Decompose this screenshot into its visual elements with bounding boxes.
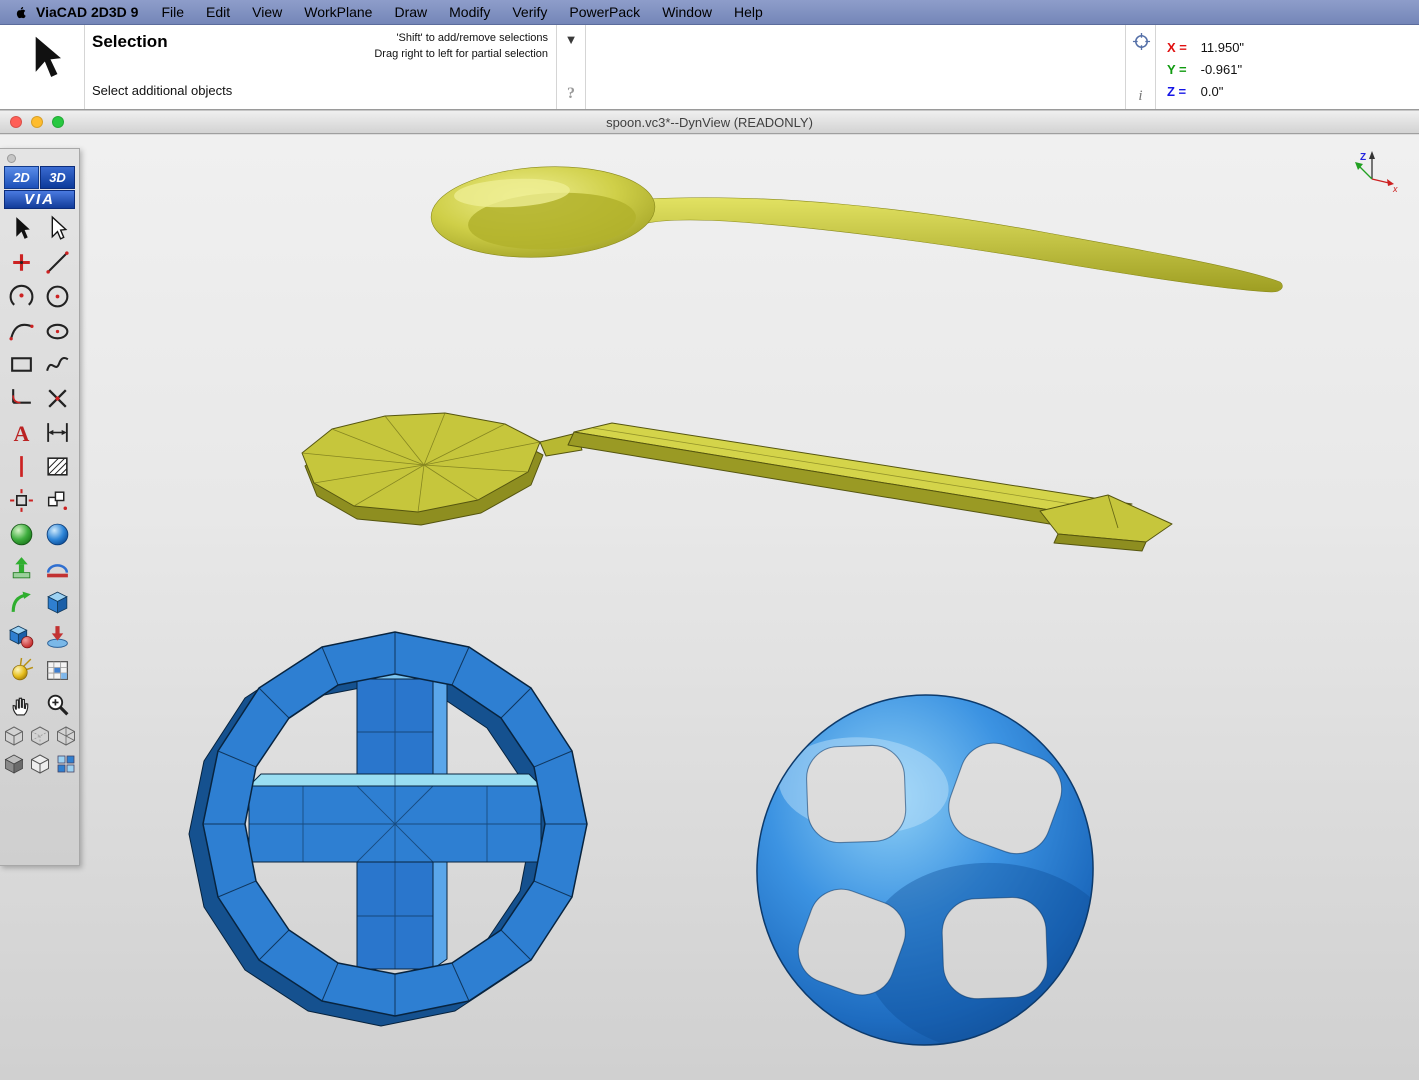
toggle-2d-button[interactable]: 2D: [4, 166, 39, 189]
mesh-grid-tool-icon[interactable]: [41, 654, 75, 687]
curve-tool-icon[interactable]: [5, 314, 39, 347]
rectangle-tool-icon[interactable]: [5, 348, 39, 381]
sphere-tool-icon[interactable]: [5, 518, 39, 551]
apple-menu-icon[interactable]: [8, 4, 32, 21]
tool-status: Select additional objects: [92, 83, 232, 98]
blob-tool-icon[interactable]: [5, 654, 39, 687]
trim-tool-icon[interactable]: [41, 382, 75, 415]
window-controls: [10, 116, 64, 128]
dropdown-arrow-icon[interactable]: ▼: [557, 32, 585, 47]
document-title-bar: spoon.vc3*--DynView (READONLY): [0, 110, 1419, 134]
spline-tool-icon[interactable]: [41, 348, 75, 381]
revolve-tool-icon[interactable]: [41, 552, 75, 585]
copy-tool-icon[interactable]: [41, 484, 75, 517]
help-icon[interactable]: ?: [557, 85, 585, 103]
stamp-tool-icon[interactable]: [41, 620, 75, 653]
coord-x-value: 11.950": [1201, 40, 1244, 55]
menu-help[interactable]: Help: [723, 4, 774, 20]
shaded-view-icon[interactable]: [2, 750, 26, 777]
ellipse-tool-icon[interactable]: [41, 314, 75, 347]
point-tool-icon[interactable]: [5, 246, 39, 279]
dimension-tool-icon[interactable]: [41, 416, 75, 449]
sweep-tool-icon[interactable]: [5, 586, 39, 619]
menu-app-name[interactable]: ViaCAD 2D3D 9: [32, 4, 150, 20]
wireframe-dashed-view-icon[interactable]: [54, 722, 78, 749]
axis-x-label: x: [1392, 184, 1398, 194]
text-tool-icon[interactable]: A: [5, 416, 39, 449]
minimize-window-button[interactable]: [31, 116, 43, 128]
selection-cursor-icon: [24, 31, 68, 89]
wireframe-view-icon[interactable]: [2, 722, 26, 749]
snap-cell: i: [1125, 25, 1156, 109]
viewport-canvas[interactable]: Z x 2D 3D VIA: [0, 135, 1419, 1080]
zoom-window-button[interactable]: [52, 116, 64, 128]
active-tool-cell: [0, 25, 85, 109]
extrude-tool-icon[interactable]: [5, 552, 39, 585]
toggle-3d-button[interactable]: 3D: [40, 166, 75, 189]
hidden-line-view-icon[interactable]: [28, 750, 52, 777]
info-icon[interactable]: i: [1126, 88, 1155, 105]
zoom-tool-icon[interactable]: [41, 688, 75, 721]
menu-modify[interactable]: Modify: [438, 4, 501, 20]
coord-y-row: Y = -0.961": [1167, 59, 1244, 81]
tool-hints: 'Shift' to add/remove selections Drag ri…: [92, 30, 548, 62]
model-faceted-spoon[interactable]: [302, 413, 1172, 551]
coord-z-label: Z =: [1167, 81, 1197, 103]
menu-view[interactable]: View: [241, 4, 293, 20]
corner-tool-icon[interactable]: [5, 382, 39, 415]
shaded-sphere-tool-icon[interactable]: [41, 518, 75, 551]
select-poly-tool-icon[interactable]: [41, 212, 75, 245]
coord-x-row: X = 11.950": [1167, 37, 1244, 59]
via-logo: VIA: [4, 190, 75, 209]
menu-window[interactable]: Window: [651, 4, 723, 20]
move-tool-icon[interactable]: [5, 484, 39, 517]
model-smooth-spoon[interactable]: [429, 161, 1283, 292]
model-faceted-wheel[interactable]: [189, 632, 587, 1026]
axis-triad-icon: Z x: [1355, 151, 1398, 194]
axis-z-label: Z: [1360, 152, 1366, 163]
tool-info-bar: Selection 'Shift' to add/remove selectio…: [0, 25, 1419, 110]
tool-palette: 2D 3D VIA: [0, 148, 80, 866]
menu-verify[interactable]: Verify: [501, 4, 558, 20]
coord-x-label: X =: [1167, 37, 1197, 59]
coord-z-value: 0.0": [1201, 84, 1224, 99]
dimension-toggle: 2D 3D: [4, 166, 75, 189]
close-window-button[interactable]: [10, 116, 22, 128]
model-smooth-wheel[interactable]: [745, 684, 1142, 1062]
wireframe-hidden-view-icon[interactable]: [28, 722, 52, 749]
menu-draw[interactable]: Draw: [383, 4, 438, 20]
line-tool-icon[interactable]: [41, 246, 75, 279]
svg-text:A: A: [14, 422, 30, 446]
multi-view-icon[interactable]: [54, 750, 78, 777]
menu-workplane[interactable]: WorkPlane: [293, 4, 383, 20]
scene-svg: Z x: [0, 135, 1419, 1080]
palette-handle-dot[interactable]: [7, 154, 16, 163]
coordinate-readout: X = 11.950" Y = -0.961" Z = 0.0": [1167, 37, 1244, 103]
menu-edit[interactable]: Edit: [195, 4, 241, 20]
hatch-tool-icon[interactable]: [41, 450, 75, 483]
tool-hint-1: 'Shift' to add/remove selections: [92, 30, 548, 46]
cube-tool-icon[interactable]: [41, 586, 75, 619]
coord-y-value: -0.961": [1201, 62, 1242, 77]
menu-bar: ViaCAD 2D3D 9 File Edit View WorkPlane D…: [0, 0, 1419, 25]
pan-tool-icon[interactable]: [5, 688, 39, 721]
coord-z-row: Z = 0.0": [1167, 81, 1244, 103]
target-icon[interactable]: [1132, 32, 1151, 51]
document-title: spoon.vc3*--DynView (READONLY): [0, 115, 1419, 130]
circle-tool-icon[interactable]: [41, 280, 75, 313]
arc-tool-icon[interactable]: [5, 280, 39, 313]
construction-line-tool-icon[interactable]: [5, 450, 39, 483]
menu-powerpack[interactable]: PowerPack: [558, 4, 651, 20]
tool-options-cell: ▼ ?: [556, 25, 586, 109]
tool-hint-2: Drag right to left for partial selection: [92, 46, 548, 62]
coord-y-label: Y =: [1167, 59, 1197, 81]
select-tool-icon[interactable]: [5, 212, 39, 245]
boolean-tool-icon[interactable]: [5, 620, 39, 653]
app-screen: ViaCAD 2D3D 9 File Edit View WorkPlane D…: [0, 0, 1419, 1080]
menu-file[interactable]: File: [150, 4, 195, 20]
